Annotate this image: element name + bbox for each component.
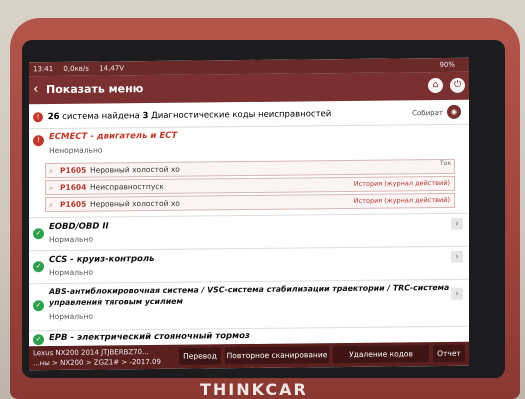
screen: 13:41 0,0кв/s 14,47V 90% ‹ Показать меню…	[29, 57, 469, 371]
systems-count: 26	[47, 111, 60, 123]
dtc-note: Ток	[440, 159, 451, 167]
system-status: Нормально	[49, 311, 93, 322]
dtc-description: Неровный холостой хо	[90, 164, 180, 175]
dtc-description: Неисправностпуск	[90, 181, 164, 192]
system-name: ECMECT - двигатель и ECT	[49, 130, 178, 143]
system-row[interactable]: ! ECMECT - двигатель и ECT Ненормально	[29, 123, 469, 164]
dtc-code: P1605	[60, 165, 87, 175]
system-status: Нормально	[49, 267, 93, 278]
dtc-note: История (журнал действий)	[353, 195, 450, 205]
system-name: ABS-антиблокировочная система / VSC-сист…	[49, 282, 450, 297]
systems-text: система найдена	[62, 111, 140, 122]
voltage: 14,47V	[99, 64, 124, 73]
battery: 90%	[439, 60, 455, 70]
check-icon: ✓	[33, 334, 44, 346]
system-row[interactable]: ✓ ABS-антиблокировочная система / VSC-си…	[29, 278, 469, 331]
dtc-code: P1604	[60, 182, 87, 192]
dtc-description: Неровный холостой хо	[90, 198, 180, 209]
check-icon: ✓	[33, 228, 44, 240]
dtc-text: Диагностические коды неисправностей	[151, 109, 332, 122]
dtc-row[interactable]: ⌕ P1604 Неисправностпуск История (журнал…	[45, 175, 455, 196]
exit-icon[interactable]: ⏻	[450, 77, 465, 93]
search-icon[interactable]: ⌕	[49, 181, 53, 194]
system-status: Ненормально	[49, 145, 103, 156]
alert-icon: !	[33, 111, 43, 122]
net-speed: 0,0кв/s	[63, 64, 89, 73]
chevron-right-icon[interactable]: ›	[451, 250, 463, 263]
brand-logo: THINKCAR	[200, 380, 308, 399]
search-icon[interactable]: ⌕	[49, 198, 53, 211]
collect-button[interactable]: Собират	[412, 103, 443, 123]
time: 13:41	[33, 65, 54, 74]
system-name-cont: управления тяговым усилием	[49, 296, 183, 308]
system-name: EPB - электрический стояночный тормоз	[49, 330, 250, 344]
dtc-row[interactable]: ⌕ P1605 Неровный холостой хо Ток	[45, 158, 455, 179]
bottom-bar: Lexus NX200 2014 JTJBERBZ70... ...ны > N…	[29, 341, 469, 370]
translate-button[interactable]: Перевод	[179, 347, 221, 365]
system-row[interactable]: ✓ EOBD/OBD II Нормально ›	[29, 212, 469, 251]
chevron-right-icon[interactable]: ›	[451, 217, 463, 230]
vehicle-info: Lexus NX200 2014 JTJBERBZ70... ...ны > N…	[33, 347, 161, 368]
system-status: Нормально	[49, 234, 93, 245]
camera-icon[interactable]: ◉	[447, 104, 461, 119]
search-icon[interactable]: ⌕	[49, 164, 53, 177]
dtc-row[interactable]: ⌕ P1605 Неровный холостой хо История (жу…	[45, 192, 455, 213]
system-row[interactable]: ✓ CCS - круиз-контроль Нормально ›	[29, 245, 469, 284]
clear-codes-button[interactable]: Удаление кодов ошибок	[333, 345, 429, 370]
chevron-right-icon[interactable]: ›	[451, 287, 463, 300]
dtc-note: История (журнал действий)	[353, 178, 450, 188]
report-button[interactable]: Отчет	[433, 344, 465, 363]
check-icon: ✓	[33, 261, 44, 273]
system-name: CCS - круиз-контроль	[49, 253, 155, 266]
home-icon[interactable]: ⌂	[428, 77, 443, 94]
page-title: Показать меню	[46, 82, 144, 97]
error-icon: !	[33, 135, 44, 147]
rescan-button[interactable]: Повторное сканирование	[225, 346, 329, 365]
system-name: EOBD/OBD II	[49, 221, 109, 233]
back-icon[interactable]: ‹	[33, 81, 39, 97]
dtc-code: P1605	[60, 199, 87, 209]
header: ‹ Показать меню ⌂ ⏻	[29, 71, 469, 105]
vehicle-line-2: ...ны > NX200 > ZGZ1# > -2017.09	[33, 357, 161, 368]
check-icon: ✓	[33, 300, 44, 312]
dtc-count: 3	[142, 111, 149, 122]
